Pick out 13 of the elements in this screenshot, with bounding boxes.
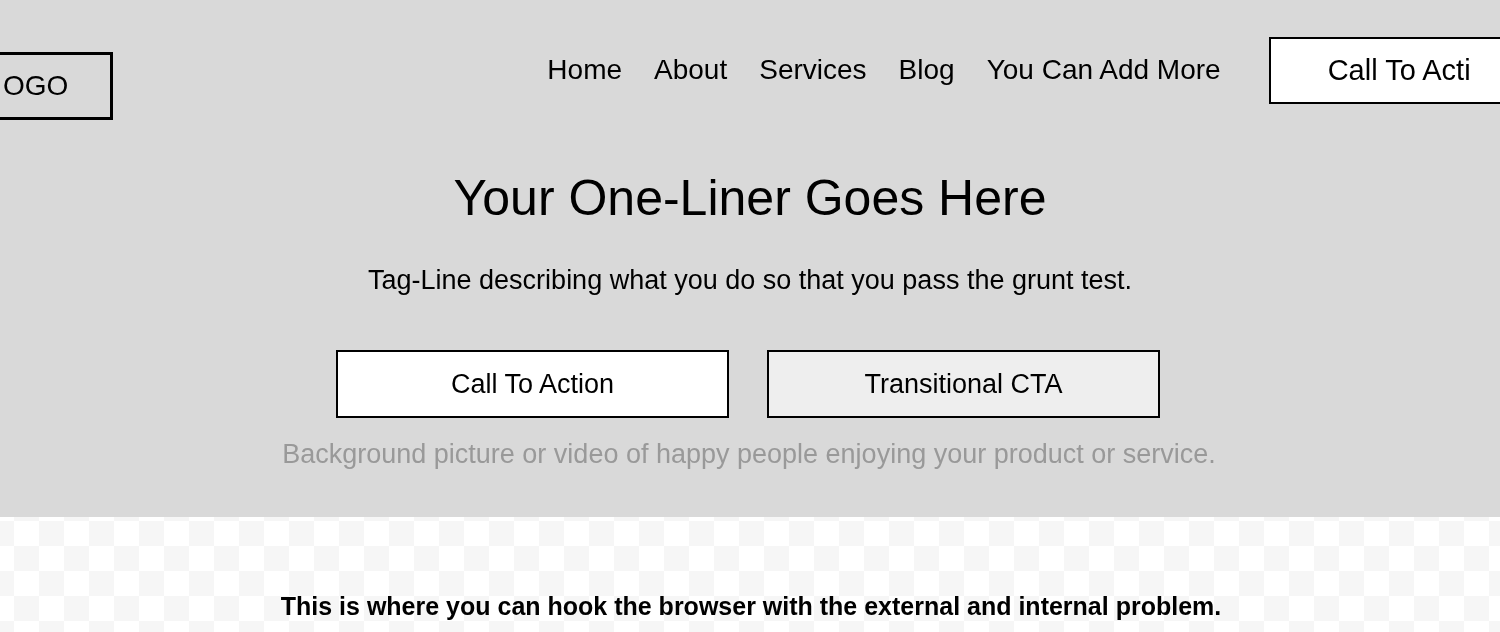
call-to-action-button[interactable]: Call To Acti [1268,37,1500,104]
nav-link[interactable]: About [654,52,728,88]
problem-heading: This is where you can hook the browser with the external and internal problem. [280,591,1222,621]
nav-link[interactable]: Blog [898,52,955,88]
nav-link[interactable]: Home [547,52,623,88]
caption: Background picture or video of happy people enjoying your product or service. [282,438,1216,470]
nav-link[interactable]: Services [759,52,867,88]
call-to-action-button[interactable]: Call To Action [336,350,729,418]
nav-link[interactable]: You Can Add More [986,52,1221,88]
headline: Your One-Liner Goes Here [453,170,1047,226]
transitional-cta-button[interactable]: Transitional CTA [767,350,1160,418]
logo-placeholder[interactable]: OGO [0,52,114,120]
tagline: Tag-Line describing what you do so that you pass the grunt test. [368,264,1132,296]
